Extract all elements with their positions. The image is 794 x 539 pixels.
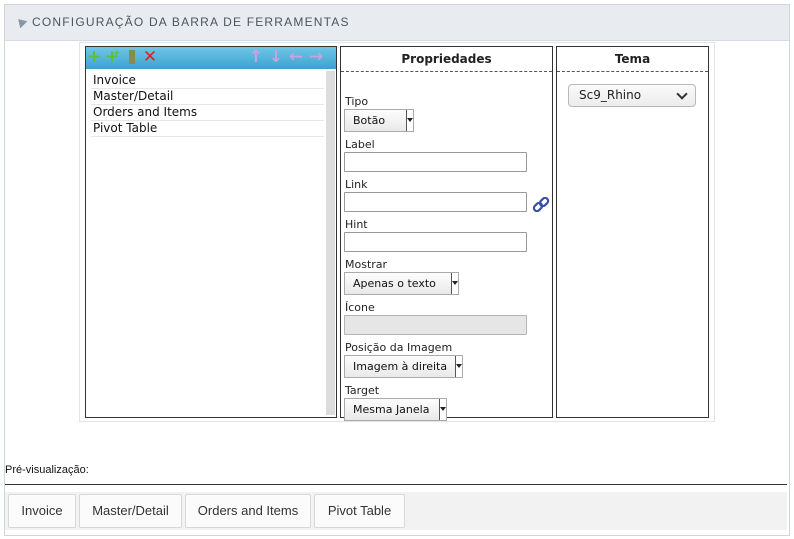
delete-icon[interactable]: ✕ — [142, 49, 158, 66]
tree-toolbar: + + + ✕ ↑ ↓ ← → — [86, 47, 336, 69]
posicao-imagem-label: Posição da Imagem — [345, 341, 453, 354]
link-field-label: Link — [345, 178, 368, 191]
link-input[interactable] — [344, 192, 527, 212]
properties-header: Propriedades — [341, 47, 552, 72]
preview-button-orders-and-items[interactable]: Orders and Items — [185, 494, 311, 528]
icone-input-disabled — [344, 315, 527, 335]
chain-link-icon[interactable] — [532, 196, 550, 214]
label-field-label: Label — [345, 138, 375, 151]
hint-field-label: Hint — [345, 218, 368, 231]
mostrar-select-value: Apenas o texto — [353, 277, 436, 290]
target-select-arrow-icon — [439, 399, 446, 420]
add-icon[interactable]: + — [86, 49, 102, 66]
preview-label: Pré-visualização: — [5, 464, 89, 476]
tree-item-pivot-table[interactable]: Pivot Table — [91, 121, 324, 137]
collapse-triangle-icon[interactable] — [14, 15, 28, 29]
preview-divider — [5, 484, 787, 485]
theme-header: Tema — [557, 47, 708, 72]
theme-select[interactable]: Sc9_Rhino — [568, 84, 696, 107]
tree-item-orders-and-items[interactable]: Orders and Items — [91, 105, 324, 121]
tree-scrollbar[interactable] — [326, 71, 335, 415]
move-right-icon[interactable]: → — [308, 49, 324, 66]
tipo-label: Tipo — [345, 95, 369, 108]
hint-input[interactable] — [344, 232, 527, 252]
target-select-value: Mesma Janela — [353, 403, 430, 416]
tipo-select-arrow-icon — [406, 110, 413, 131]
add-child-icon[interactable]: + + — [104, 49, 121, 66]
preview-button-invoice[interactable]: Invoice — [8, 494, 76, 528]
posicao-imagem-select[interactable]: Imagem à direita — [344, 355, 463, 378]
preview-button-pivot-table[interactable]: Pivot Table — [314, 494, 405, 528]
separator-icon[interactable] — [124, 49, 140, 65]
theme-select-value: Sc9_Rhino — [579, 88, 642, 102]
theme-panel: Tema Sc9_Rhino — [556, 46, 709, 418]
posicao-imagem-select-arrow-icon — [455, 356, 462, 377]
mostrar-select[interactable]: Apenas o texto — [344, 272, 459, 295]
target-select[interactable]: Mesma Janela — [344, 398, 447, 421]
tree-list: Invoice Master/Detail Orders and Items P… — [91, 73, 324, 137]
preview-toolbar: Invoice Master/Detail Orders and Items P… — [5, 492, 787, 530]
chevron-down-icon — [676, 88, 688, 100]
tipo-select[interactable]: Botão — [344, 109, 414, 132]
tipo-select-value: Botão — [353, 114, 386, 127]
properties-panel: Propriedades Tipo Botão Label Link Hint … — [340, 46, 553, 421]
preview-button-master-detail[interactable]: Master/Detail — [79, 494, 182, 528]
toolbar-tree: + + + ✕ ↑ ↓ ← → Invoice Master/Detail Ord… — [85, 46, 337, 418]
label-input[interactable] — [344, 152, 527, 172]
move-down-icon[interactable]: ↓ — [268, 49, 284, 66]
mostrar-select-arrow-icon — [451, 273, 458, 294]
panel-header[interactable]: CONFIGURAÇÃO DA BARRA DE FERRAMENTAS — [5, 5, 789, 41]
target-label: Target — [345, 384, 380, 397]
tree-item-master-detail[interactable]: Master/Detail — [91, 89, 324, 105]
mostrar-label: Mostrar — [345, 258, 388, 271]
panel-title: CONFIGURAÇÃO DA BARRA DE FERRAMENTAS — [32, 15, 350, 29]
tree-item-invoice[interactable]: Invoice — [91, 73, 324, 89]
move-left-icon[interactable]: ← — [288, 49, 304, 66]
posicao-imagem-select-value: Imagem à direita — [353, 360, 448, 373]
move-up-icon[interactable]: ↑ — [248, 49, 264, 66]
icone-label: Ícone — [345, 301, 375, 314]
